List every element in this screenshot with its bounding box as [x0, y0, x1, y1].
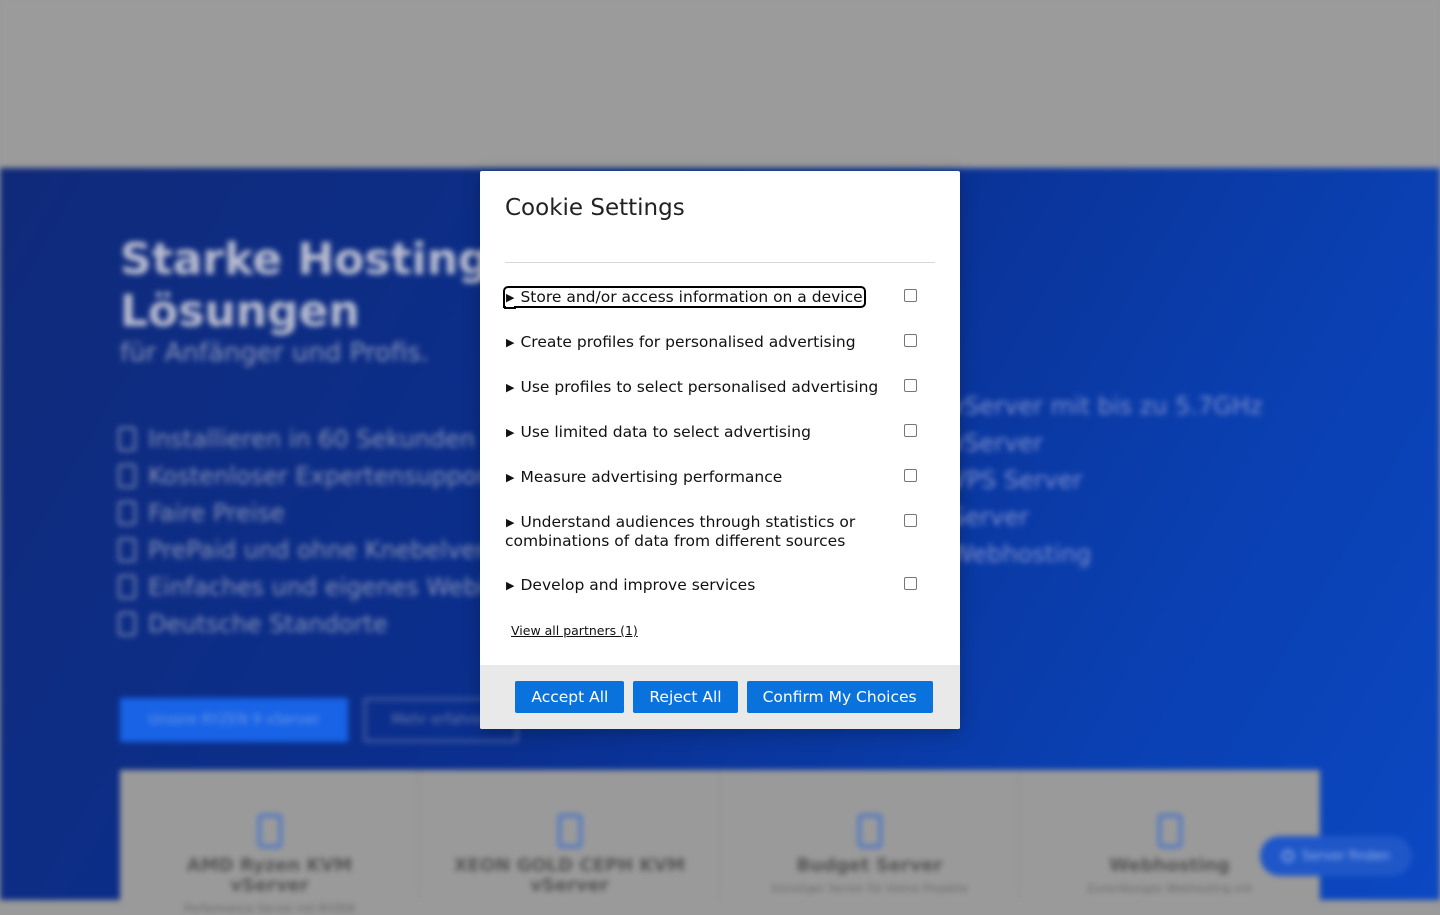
product-item: vServer mit bis zu 5.7GHz: [950, 392, 1263, 420]
check-box-icon: [118, 426, 136, 451]
accept-all-button[interactable]: Accept All: [515, 681, 625, 713]
product-cards: AMD Ryzen KVM vServer Performance Server…: [120, 770, 1320, 915]
purpose-toggle[interactable]: ▶ Measure advertising performance: [505, 468, 783, 486]
confirm-choices-button[interactable]: Confirm My Choices: [746, 681, 933, 713]
purpose-store-access[interactable]: ▶ Store and/or access information on a de…: [503, 286, 935, 308]
product-card: XEON GOLD CEPH KVM vServer: [420, 770, 720, 900]
purpose-toggle[interactable]: ▶ Create profiles for personalised advert…: [505, 333, 857, 351]
server-icon: [257, 814, 282, 848]
purpose-checkbox[interactable]: [904, 424, 917, 437]
hero-title-line-1: Starke Hosting: [120, 234, 490, 285]
triangle-right-icon: ▶: [506, 336, 515, 349]
title-divider: [505, 262, 935, 263]
dialog-title: Cookie Settings: [505, 195, 685, 221]
purpose-limited-data[interactable]: ▶ Use limited data to select advertising: [505, 423, 935, 442]
purpose-checkbox[interactable]: [904, 379, 917, 392]
purpose-checkbox[interactable]: [904, 514, 917, 527]
purpose-checkbox[interactable]: [904, 469, 917, 482]
purpose-checkbox[interactable]: [904, 577, 917, 590]
purpose-understand-audiences[interactable]: ▶ Understand audiences through statistics…: [505, 513, 917, 551]
product-item: Server: [950, 503, 1029, 531]
triangle-right-icon: ▶: [506, 291, 515, 304]
hero-title: Starke Hosting Lösungen: [120, 234, 490, 338]
triangle-right-icon: ▶: [506, 516, 515, 529]
view-partners-link[interactable]: View all partners (1): [511, 623, 638, 638]
hero-subtitle: für Anfänger und Profis.: [120, 338, 430, 368]
server-icon: [857, 814, 882, 848]
product-list: vServer mit bis zu 5.7GHz vServer VPS Se…: [950, 392, 1263, 577]
check-box-icon: [118, 500, 136, 525]
search-icon: [1282, 850, 1295, 862]
product-item: VPS Server: [950, 466, 1083, 494]
purpose-checkbox[interactable]: [904, 289, 917, 302]
product-item: vServer: [950, 429, 1043, 457]
purpose-use-profiles[interactable]: ▶ Use profiles to select personalised adv…: [505, 378, 935, 397]
reject-all-button[interactable]: Reject All: [633, 681, 738, 713]
server-finder-button: Server finden: [1260, 836, 1412, 876]
purpose-create-profiles[interactable]: ▶ Create profiles for personalised advert…: [505, 333, 935, 352]
purpose-toggle[interactable]: ▶ Use limited data to select advertising: [505, 423, 812, 441]
product-card: AMD Ryzen KVM vServer Performance Server…: [120, 770, 420, 915]
check-box-icon: [118, 537, 136, 562]
product-card: Webhosting Zuverlässiges Webhosting mit: [1020, 770, 1320, 900]
purpose-toggle[interactable]: ▶ Use profiles to select personalised adv…: [505, 378, 879, 396]
check-box-icon: [118, 611, 136, 636]
triangle-right-icon: ▶: [506, 381, 515, 394]
dialog-footer: Accept All Reject All Confirm My Choices: [480, 665, 960, 729]
server-icon: [557, 814, 582, 848]
cookie-settings-dialog: Cookie Settings ▶ Store and/or access inf…: [480, 171, 960, 729]
product-item: Webhosting: [950, 540, 1092, 568]
purpose-develop-services[interactable]: ▶ Develop and improve services: [505, 576, 935, 595]
ryzen-cta-button: Unsere RYZEN 9 vServer: [120, 698, 348, 742]
check-box-icon: [118, 463, 136, 488]
purpose-toggle[interactable]: ▶ Develop and improve services: [505, 576, 756, 594]
purpose-measure-performance[interactable]: ▶ Measure advertising performance: [505, 468, 935, 487]
purpose-toggle[interactable]: ▶ Understand audiences through statistics…: [505, 513, 855, 550]
triangle-right-icon: ▶: [506, 579, 515, 592]
hero-title-line-2: Lösungen: [120, 286, 360, 337]
site-header: [0, 0, 1440, 168]
product-card: Budget Server Günstiger Server für klein…: [720, 770, 1020, 900]
triangle-right-icon: ▶: [506, 426, 515, 439]
purpose-toggle[interactable]: ▶ Store and/or access information on a de…: [503, 286, 866, 308]
check-box-icon: [118, 574, 136, 599]
server-icon: [1157, 814, 1182, 848]
triangle-right-icon: ▶: [506, 471, 515, 484]
purpose-checkbox[interactable]: [904, 334, 917, 347]
